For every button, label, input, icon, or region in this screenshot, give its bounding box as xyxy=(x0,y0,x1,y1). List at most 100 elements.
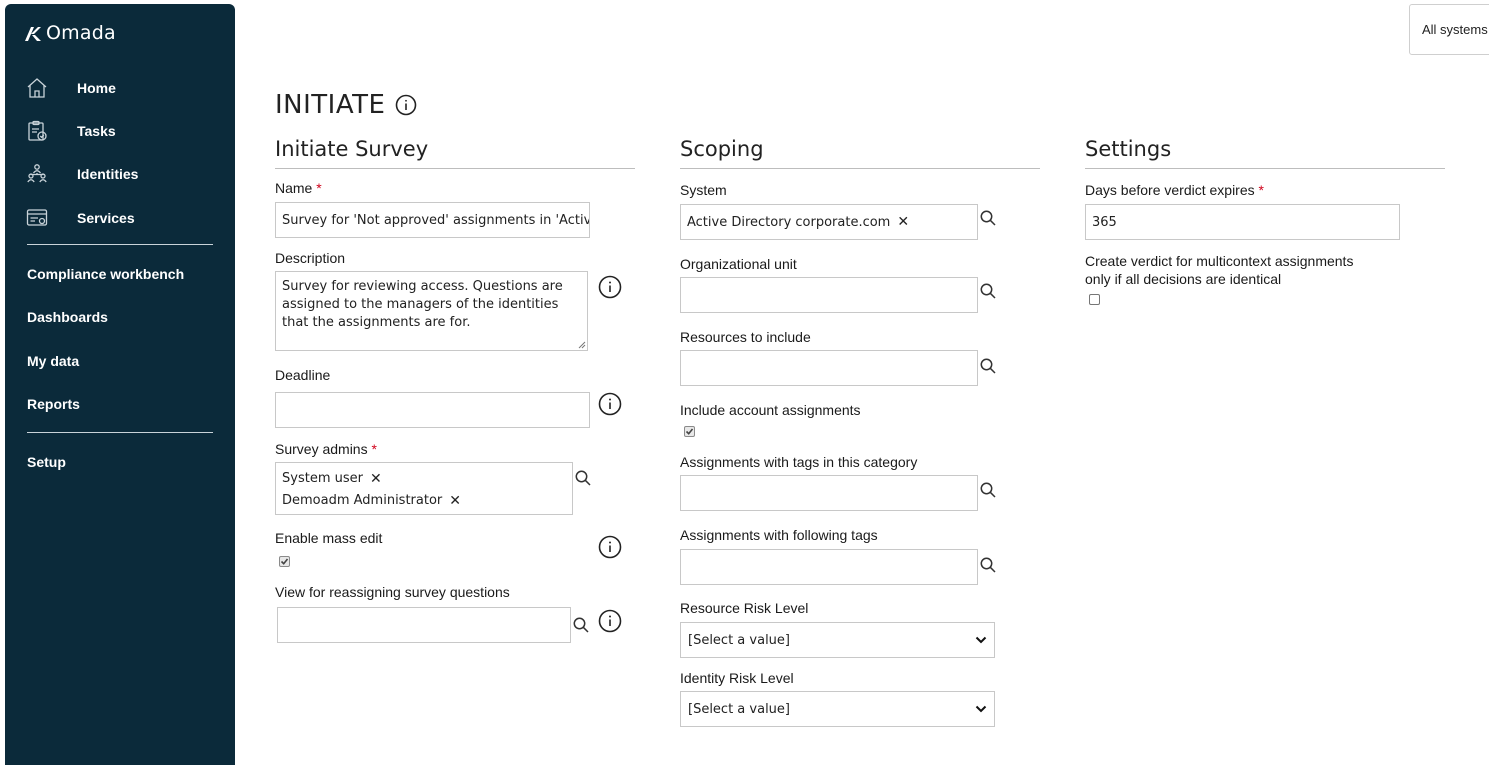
services-icon xyxy=(25,206,49,230)
required-marker: * xyxy=(371,441,377,457)
info-icon[interactable] xyxy=(395,94,417,116)
checkmark-icon xyxy=(685,428,694,435)
system-tag: Active Directory corporate.com ✕ xyxy=(687,214,909,230)
admin-tag-label: Demoadm Administrator xyxy=(282,493,443,508)
following-tags-label: Assignments with following tags xyxy=(680,527,878,543)
description-label: Description xyxy=(275,250,346,266)
sidebar-divider xyxy=(27,244,213,245)
resource-risk-select[interactable]: [Select a value] xyxy=(680,622,995,658)
brand-name: Omada xyxy=(46,22,116,44)
search-icon[interactable] xyxy=(979,209,997,227)
resize-handle-icon[interactable] xyxy=(577,340,586,349)
system-tag-label: Active Directory corporate.com xyxy=(687,214,891,230)
description-value: Survey for reviewing access. Questions a… xyxy=(282,279,563,330)
days-input[interactable]: 365 xyxy=(1085,204,1400,240)
sidebar-item-identities[interactable]: Identities xyxy=(25,162,138,186)
page-title-text: INITIATE xyxy=(275,90,386,120)
resources-label: Resources to include xyxy=(680,329,811,345)
resource-risk-value: [Select a value] xyxy=(688,632,790,648)
sidebar-item-services[interactable]: Services xyxy=(25,206,135,230)
section-divider xyxy=(1085,168,1445,169)
search-icon[interactable] xyxy=(979,556,997,574)
initiate-survey-heading: Initiate Survey xyxy=(275,137,429,161)
page-title: INITIATE xyxy=(275,90,417,120)
system-input[interactable]: Active Directory corporate.com ✕ xyxy=(680,204,978,240)
days-label: Days before verdict expires * xyxy=(1085,182,1264,198)
multicontext-label-line: Create verdict for multicontext assignme… xyxy=(1085,253,1354,269)
info-icon[interactable] xyxy=(598,275,622,299)
omada-logo[interactable]: Omada xyxy=(23,22,116,44)
sidebar-item-my-data[interactable]: My data xyxy=(27,353,79,369)
checkmark-icon xyxy=(280,558,289,565)
sidebar-item-setup[interactable]: Setup xyxy=(27,454,66,470)
name-input-value: Survey for 'Not approved' assignments in… xyxy=(282,212,590,228)
remove-icon[interactable]: ✕ xyxy=(370,470,382,488)
identity-risk-select[interactable]: [Select a value] xyxy=(680,691,995,727)
name-label-text: Name xyxy=(275,180,313,196)
mass-edit-checkbox[interactable] xyxy=(279,556,290,567)
required-marker: * xyxy=(316,180,322,196)
sidebar-item-tasks[interactable]: Tasks xyxy=(25,119,116,143)
sidebar-item-reports[interactable]: Reports xyxy=(27,396,80,412)
deadline-input[interactable] xyxy=(275,392,590,428)
tag-category-label: Assignments with tags in this category xyxy=(680,454,918,470)
days-value: 365 xyxy=(1092,214,1117,230)
search-icon[interactable] xyxy=(572,616,590,634)
home-icon xyxy=(25,76,49,100)
multicontext-checkbox[interactable] xyxy=(1089,294,1100,305)
tag-category-input[interactable] xyxy=(680,475,978,511)
survey-admins-label-text: Survey admins xyxy=(275,441,368,457)
chevron-down-icon xyxy=(975,636,987,644)
identity-risk-label: Identity Risk Level xyxy=(680,670,794,686)
info-icon[interactable] xyxy=(598,535,622,559)
survey-admins-input[interactable]: System user ✕ Demoadm Administrator ✕ xyxy=(275,462,573,515)
mass-edit-label: Enable mass edit xyxy=(275,530,383,546)
search-icon[interactable] xyxy=(979,481,997,499)
sidebar-item-label: Home xyxy=(77,80,116,96)
system-label: System xyxy=(680,182,727,198)
sidebar: Omada Home Tasks Identities Services Com… xyxy=(5,4,235,765)
org-unit-label: Organizational unit xyxy=(680,256,797,272)
identities-icon xyxy=(25,162,49,186)
section-divider xyxy=(275,168,635,169)
omada-logo-icon xyxy=(25,27,41,41)
sidebar-divider xyxy=(27,432,213,433)
tasks-icon xyxy=(25,119,49,143)
name-label: Name * xyxy=(275,180,322,196)
required-marker: * xyxy=(1258,182,1264,198)
days-label-text: Days before verdict expires xyxy=(1085,182,1255,198)
search-icon[interactable] xyxy=(574,469,592,487)
settings-heading: Settings xyxy=(1085,137,1172,161)
admin-tag-label: System user xyxy=(282,471,363,486)
info-icon[interactable] xyxy=(598,609,622,633)
multicontext-label-line: only if all decisions are identical xyxy=(1085,271,1282,287)
description-textarea[interactable]: Survey for reviewing access. Questions a… xyxy=(275,271,588,351)
admin-tag: System user ✕ xyxy=(282,470,566,488)
sidebar-item-label: Identities xyxy=(77,166,139,182)
sidebar-item-home[interactable]: Home xyxy=(25,76,116,100)
sidebar-item-dashboards[interactable]: Dashboards xyxy=(27,309,108,325)
following-tags-input[interactable] xyxy=(680,549,978,585)
chevron-down-icon xyxy=(975,705,987,713)
system-selector[interactable]: All systems xyxy=(1409,4,1489,55)
sidebar-item-label: Services xyxy=(77,210,135,226)
scoping-heading: Scoping xyxy=(680,137,764,161)
remove-icon[interactable]: ✕ xyxy=(897,214,909,230)
include-account-checkbox[interactable] xyxy=(684,426,695,437)
name-input[interactable]: Survey for 'Not approved' assignments in… xyxy=(275,202,590,238)
reassign-view-input[interactable] xyxy=(277,607,571,643)
search-icon[interactable] xyxy=(979,282,997,300)
resources-input[interactable] xyxy=(680,350,978,386)
info-icon[interactable] xyxy=(598,392,622,416)
survey-admins-label: Survey admins * xyxy=(275,441,377,457)
sidebar-item-compliance-workbench[interactable]: Compliance workbench xyxy=(27,266,184,282)
reassign-view-label: View for reassigning survey questions xyxy=(275,584,510,600)
multicontext-label: Create verdict for multicontext assignme… xyxy=(1085,252,1353,288)
resource-risk-label: Resource Risk Level xyxy=(680,600,809,616)
include-account-label: Include account assignments xyxy=(680,402,861,418)
org-unit-input[interactable] xyxy=(680,277,978,313)
search-icon[interactable] xyxy=(979,357,997,375)
remove-icon[interactable]: ✕ xyxy=(449,492,461,510)
admin-tag: Demoadm Administrator ✕ xyxy=(282,492,566,510)
sidebar-item-label: Tasks xyxy=(77,123,116,139)
